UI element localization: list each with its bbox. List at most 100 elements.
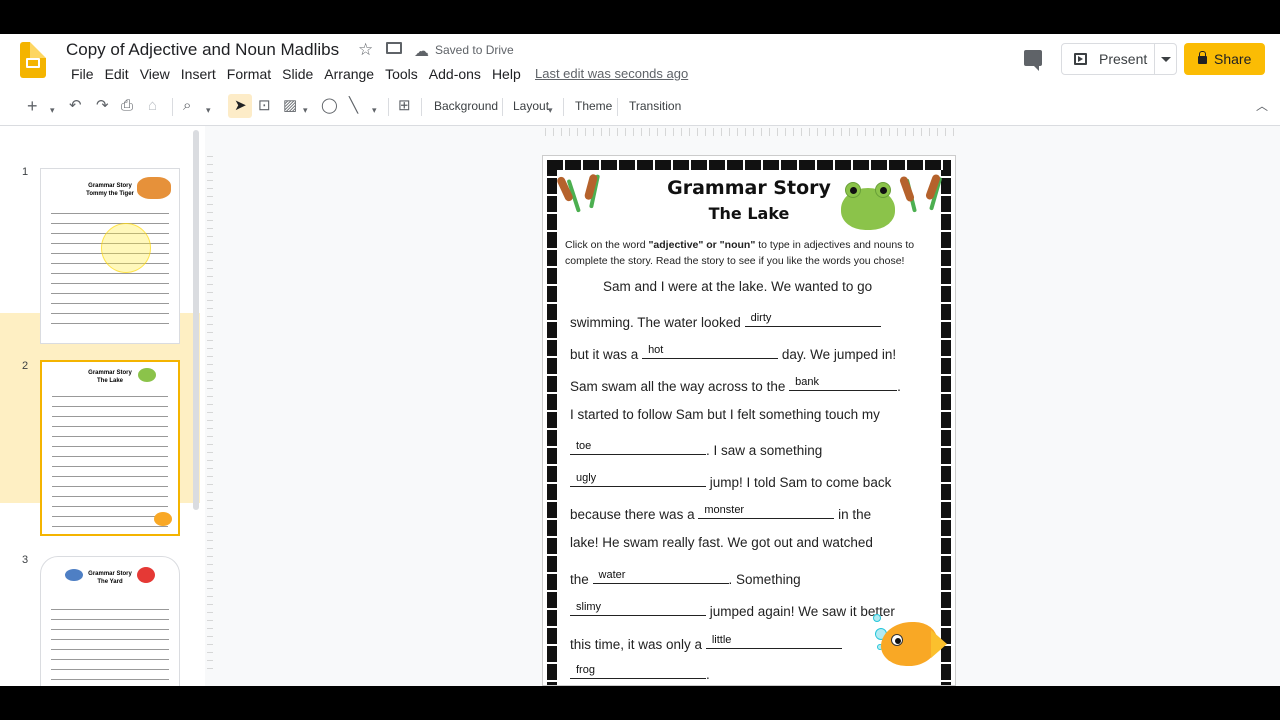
bubble-icon xyxy=(873,614,881,622)
collapse-toolbar-icon[interactable]: ︿ xyxy=(1256,97,1268,115)
document-title[interactable]: Copy of Adjective and Noun Madlibs xyxy=(66,40,339,60)
blank-word[interactable]: toe xyxy=(576,440,591,452)
story-text: in the xyxy=(834,507,872,522)
story-line: the water . Something xyxy=(570,568,801,587)
toolbar-divider xyxy=(172,98,173,116)
last-edit-link[interactable]: Last edit was seconds ago xyxy=(535,66,688,81)
story-text: Sam swam all the way across to the xyxy=(570,379,786,394)
adjective-blank[interactable]: ugly xyxy=(570,471,706,487)
present-options-dropdown[interactable] xyxy=(1154,44,1176,74)
star-icon[interactable]: ☆ xyxy=(358,40,373,60)
blank-word[interactable]: frog xyxy=(576,664,595,676)
cloud-saved-icon[interactable]: ☁ xyxy=(414,42,429,60)
select-cursor-icon[interactable]: ➤ xyxy=(234,97,247,115)
current-slide[interactable]: Grammar Story The Lake Click on the word… xyxy=(542,155,956,686)
blank-word[interactable]: water xyxy=(599,569,626,581)
menu-edit[interactable]: Edit xyxy=(100,66,134,82)
layout-dropdown-icon[interactable]: ▾ xyxy=(548,101,553,119)
background-button[interactable]: Background xyxy=(434,99,498,113)
slide-number: 1 xyxy=(22,166,29,178)
shape-icon[interactable]: ◯ xyxy=(321,97,338,115)
noun-blank[interactable]: frog xyxy=(570,663,706,679)
slide-subtitle: The Lake xyxy=(708,204,790,223)
menu-addons[interactable]: Add-ons xyxy=(424,66,486,82)
print-icon[interactable]: ⎙ xyxy=(121,97,133,115)
lock-icon xyxy=(1198,51,1207,64)
fish-image xyxy=(154,512,172,526)
menu-help[interactable]: Help xyxy=(487,66,526,82)
image-dropdown-icon[interactable]: ▾ xyxy=(303,101,308,119)
menu-file[interactable]: File xyxy=(66,66,99,82)
menu-arrange[interactable]: Arrange xyxy=(319,66,379,82)
whale-image xyxy=(65,569,83,581)
frog-image xyxy=(138,368,156,382)
blank-word[interactable]: dirty xyxy=(751,312,772,324)
noun-blank[interactable]: water xyxy=(592,568,729,584)
noun-blank[interactable]: toe xyxy=(570,439,706,455)
story-text: . xyxy=(706,667,710,682)
slide-thumbnail-1[interactable]: Grammar Story Tommy the Tiger xyxy=(40,168,180,344)
vertical-ruler xyxy=(207,156,213,676)
blank-word[interactable]: little xyxy=(712,634,732,646)
menu-slide[interactable]: Slide xyxy=(277,66,318,82)
undo-icon[interactable]: ↶ xyxy=(69,97,82,115)
thumb-title: Grammar Story xyxy=(88,370,132,376)
zoom-dropdown-icon[interactable]: ▾ xyxy=(206,101,211,119)
story-line: this time, it was only a little xyxy=(570,633,842,652)
image-icon[interactable]: ▨ xyxy=(283,97,297,115)
story-line: Sam swam all the way across to the bank. xyxy=(570,375,901,394)
blank-word[interactable]: ugly xyxy=(576,472,596,484)
comments-icon[interactable] xyxy=(1024,50,1042,71)
share-button[interactable]: Share xyxy=(1184,43,1265,75)
menu-format[interactable]: Format xyxy=(222,66,276,82)
slide-number: 3 xyxy=(22,554,29,566)
slide-thumbnail-3[interactable]: Grammar Story The Yard xyxy=(40,556,180,686)
slide-thumbnail-2[interactable]: Grammar Story The Lake xyxy=(40,360,180,536)
filmstrip-panel[interactable]: 1 Grammar Story Tommy the Tiger 2 Gramma… xyxy=(0,126,200,686)
blank-word[interactable]: hot xyxy=(648,344,663,356)
noun-blank[interactable]: bank xyxy=(789,375,898,391)
adjective-blank[interactable]: slimy xyxy=(570,600,706,616)
layout-button[interactable]: Layout xyxy=(513,99,549,113)
story-text: lake! He swam really fast. We got out an… xyxy=(570,535,873,550)
story-line: swimming. The water looked dirty xyxy=(570,311,881,330)
present-button[interactable]: Present xyxy=(1061,43,1177,75)
paint-format-icon[interactable]: ⌂ xyxy=(148,97,157,115)
adjective-blank[interactable]: little xyxy=(705,633,842,649)
add-comment-icon[interactable]: ⊞ xyxy=(398,97,411,115)
slides-logo-icon[interactable] xyxy=(20,42,46,78)
move-folder-icon[interactable] xyxy=(386,42,402,54)
story-text: this time, it was only a xyxy=(570,637,703,652)
blank-word[interactable]: bank xyxy=(795,376,819,388)
transition-button[interactable]: Transition xyxy=(629,99,681,113)
blank-word[interactable]: monster xyxy=(704,504,744,516)
instruction-bold: "adjective" or "noun" xyxy=(648,239,756,251)
new-slide-icon[interactable]: + xyxy=(27,97,38,115)
filmstrip-scrollbar[interactable] xyxy=(193,130,199,510)
menu-view[interactable]: View xyxy=(135,66,175,82)
menu-tools[interactable]: Tools xyxy=(380,66,423,82)
toolbar-divider xyxy=(563,98,564,116)
toolbar-divider xyxy=(617,98,618,116)
story-line: lake! He swam really fast. We got out an… xyxy=(570,535,873,550)
noun-blank[interactable]: monster xyxy=(698,503,835,519)
text-box-icon[interactable]: ⊡ xyxy=(258,97,271,115)
story-line: ugly jump! I told Sam to come back xyxy=(570,471,891,490)
line-icon[interactable]: ╲ xyxy=(349,97,358,115)
thumb-subtitle: The Lake xyxy=(96,378,123,384)
adjective-blank[interactable]: hot xyxy=(642,343,779,359)
story-line: toe . I saw a something xyxy=(570,439,822,458)
line-dropdown-icon[interactable]: ▾ xyxy=(372,101,377,119)
toolbar-divider xyxy=(388,98,389,116)
video-letterbox-bottom xyxy=(0,686,1280,720)
blank-word[interactable]: slimy xyxy=(576,601,601,613)
new-slide-dropdown-icon[interactable]: ▾ xyxy=(50,101,55,119)
story-text: . I saw a something xyxy=(706,443,823,458)
theme-button[interactable]: Theme xyxy=(575,99,612,113)
adjective-blank[interactable]: dirty xyxy=(744,311,881,327)
redo-icon[interactable]: ↷ xyxy=(96,97,109,115)
zoom-icon[interactable]: ⌕ xyxy=(183,97,191,115)
menu-insert[interactable]: Insert xyxy=(176,66,221,82)
thumb-text-lines xyxy=(51,609,169,686)
tiger-image xyxy=(137,177,171,199)
